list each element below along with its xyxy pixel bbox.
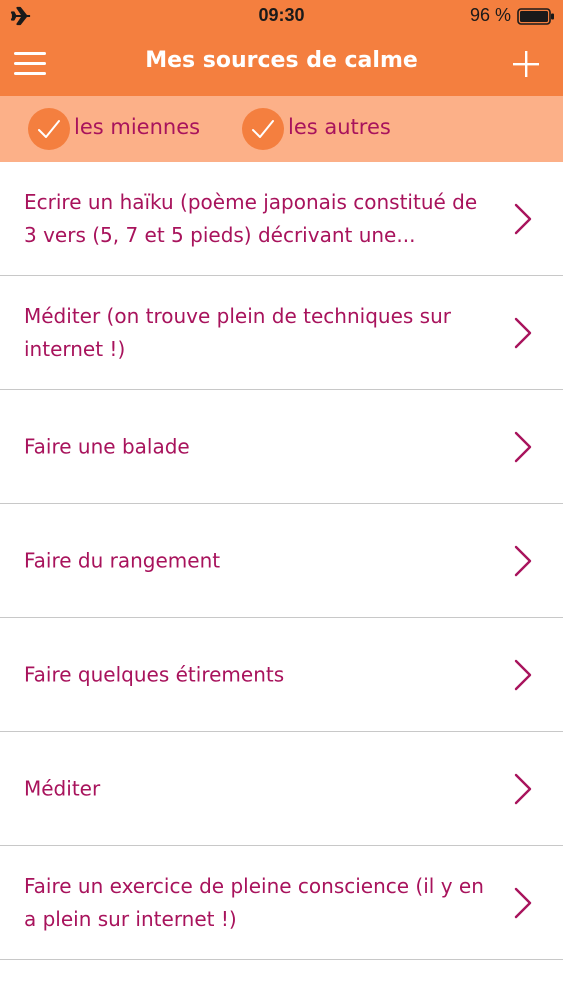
filter-checkbox[interactable]	[28, 108, 70, 150]
list-item-text: Faire un exercice de pleine conscience (…	[24, 873, 484, 931]
list-item-text: Méditer (on trouve plein de techniques s…	[24, 303, 451, 361]
list-item-text: Faire quelques étirements	[24, 662, 285, 686]
chevron-right-icon	[514, 773, 532, 804]
list-item[interactable]: Méditer	[0, 732, 563, 846]
chevron-right-icon	[514, 431, 532, 462]
chevron-right-icon	[514, 203, 532, 234]
add-button[interactable]	[511, 49, 541, 79]
list-item-text: Ecrire un haïku (poème japonais constitu…	[24, 189, 478, 247]
list-item[interactable]: Faire une balade	[0, 390, 563, 504]
filter-bar: les miennes les autres	[0, 96, 563, 162]
list-item[interactable]: Méditer (on trouve plein de techniques s…	[0, 276, 563, 390]
list-item[interactable]: Faire un exercice de pleine conscience (…	[0, 846, 563, 960]
navigation-bar: Mes sources de calme	[0, 32, 563, 96]
list-item-text: Méditer	[24, 776, 101, 800]
list-item-text: Faire du rangement	[24, 548, 221, 572]
chevron-right-icon	[514, 659, 532, 690]
checkmark-icon	[38, 120, 60, 138]
battery-percentage: 96 %	[469, 5, 511, 25]
chevron-right-icon	[514, 317, 532, 348]
status-bar: 09:30 96 %	[0, 0, 563, 32]
plus-icon	[513, 51, 539, 77]
chevron-right-icon	[514, 887, 532, 918]
list-item[interactable]: Faire du rangement	[0, 504, 563, 618]
filter-label: les miennes	[74, 115, 201, 139]
page-title: Mes sources de calme	[145, 48, 418, 73]
chevron-right-icon	[514, 545, 532, 576]
calm-sources-list: Ecrire un haïku (poème japonais constitu…	[0, 162, 563, 960]
checkmark-icon	[252, 120, 274, 138]
list-item[interactable]: Ecrire un haïku (poème japonais constitu…	[0, 162, 563, 276]
list-item[interactable]: Faire quelques étirements	[0, 618, 563, 732]
list-item-text: Faire une balade	[24, 434, 190, 458]
battery-icon	[517, 8, 554, 25]
filter-label: les autres	[288, 115, 391, 139]
filter-checkbox[interactable]	[242, 108, 284, 150]
